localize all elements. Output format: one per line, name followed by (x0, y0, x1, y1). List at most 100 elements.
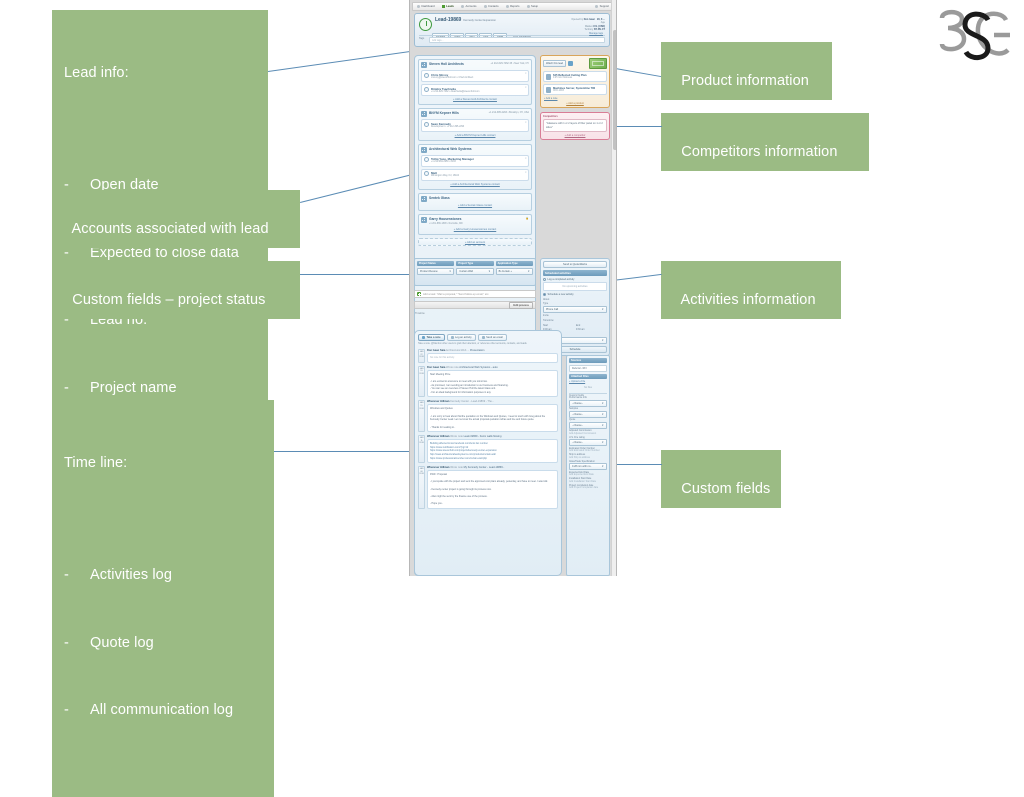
account-card[interactable]: 🔒 Garry Housenstones +1 201-886-1808 • R… (418, 214, 532, 236)
account-address: +1 212-395-2293 • Brooklyn, NY, USA (488, 111, 529, 115)
nav-item-reports[interactable]: Reports (505, 5, 520, 8)
lead-project-name: Kennedy Center Expansion (463, 19, 496, 22)
contact-row[interactable]: Tolliq Yuce, Marketing Manager +1 212-28… (421, 154, 529, 167)
custom-field-value: - choose - (572, 412, 584, 416)
timeline-date-stamp: JAN 08 2018 (418, 466, 425, 509)
tab-label: Take a note (426, 336, 441, 339)
vertical-scrollbar[interactable] (611, 0, 616, 576)
custom-field-select[interactable]: - choose - ▼ (569, 421, 607, 429)
custom-field-value[interactable]: Add Estimated Order Number (569, 450, 607, 452)
cart-icon[interactable] (568, 61, 573, 66)
sources-value[interactable]: Referral - RFI (569, 364, 607, 372)
competitors-header: Competitors (543, 114, 558, 118)
remove-contact-icon[interactable]: × (525, 171, 527, 174)
tab-send-an-email[interactable]: Send an email (477, 334, 507, 341)
upload-file-link[interactable]: + Upload a File (569, 380, 607, 383)
entry-sub: Wrote note (450, 466, 463, 470)
entry-body[interactable]: No note for this activity. (427, 353, 558, 363)
contact-row[interactable]: Dimitra Tsachrelia +1 212-629-7262 • dts… (421, 84, 529, 97)
product-competitor-column: Watch this lead 645 Reflected Ceiling Pl… (540, 55, 610, 140)
add-account-button[interactable]: + Add an account (418, 238, 532, 247)
document-icon (546, 73, 551, 80)
nav-label: Reports (510, 5, 520, 8)
entry-body[interactable]: FWD : Proposal - I just spoke with the p… (427, 470, 558, 509)
remove-contact-icon[interactable]: × (525, 121, 527, 124)
edit-process-button[interactable]: Edit process (509, 301, 533, 309)
callout-accounts-associated: Accounts associated with lead (52, 190, 300, 248)
callout-timeline-item-2: All communication log (90, 702, 234, 719)
product-item[interactable]: Machines Server, Systemline 780 CNC-1003 (543, 84, 607, 95)
custom-field-value: - choose - (572, 401, 584, 405)
add-competitor-link[interactable]: + Add a competitor (543, 132, 607, 137)
remove-contact-icon[interactable]: × (525, 72, 527, 75)
contact-row[interactable]: Sean Kennedy Development • +1 212-395-22… (421, 119, 529, 132)
callout-competitors-information-label: Competitors information (681, 144, 838, 161)
top-navigation: Dashboard Leads Accounts Contacts Report… (412, 2, 614, 11)
project-type-select[interactable]: Curtain Wall ▼ (456, 268, 494, 275)
timeline-date-stamp: JAN 15 2018 (418, 400, 425, 433)
nav-item-accounts[interactable]: Accounts (460, 5, 477, 8)
add-contact-link[interactable]: + Add a Architectural Web Systems contac… (421, 181, 529, 187)
option-label: Log a completed activity (547, 277, 575, 281)
remove-contact-icon[interactable]: × (525, 86, 527, 89)
tab-take-a-note[interactable]: Take a note (418, 334, 445, 341)
entry-body[interactable]: Start Meeting Price - I am excited to an… (427, 369, 558, 398)
custom-field-row: Adjusted Commission Add Adjusted Commissi… (569, 430, 607, 435)
help-icon (595, 5, 599, 8)
entry-body[interactable]: Windows and Quotes - I am sorry to hear … (427, 404, 558, 433)
about-label: About (543, 297, 550, 301)
custom-field-select[interactable]: 0.28 mm with no.. ▼ (569, 463, 607, 470)
send-to-quotewerks-button[interactable]: Send to QuoteWerks (543, 261, 607, 269)
application-type-select[interactable]: Bi-Curtain + ▼ (495, 268, 533, 275)
chevron-down-icon: ▼ (601, 441, 604, 444)
account-card[interactable]: Sentek Glass + Add a Sentek Glass contac… (418, 193, 532, 212)
manage-tags-link[interactable]: Manage tags (589, 32, 603, 35)
watch-lead-button[interactable]: Watch this lead (543, 60, 566, 67)
nav-item-setup[interactable]: Setup (526, 5, 539, 8)
add-product-link[interactable]: + Add a product (543, 100, 607, 105)
account-card[interactable]: BNYM Kepner Hills +1 212-395-2293 • Broo… (418, 108, 532, 141)
leader-line-lead-info (268, 49, 422, 72)
lock-icon: 🔒 (525, 217, 529, 221)
competitor-entry[interactable]: "Glassene with 1 or 2 layers of fiber pa… (543, 119, 607, 133)
stamp-year: 2018 (419, 407, 424, 410)
nav-item-contacts[interactable]: Contacts (483, 5, 499, 8)
add-task-input[interactable]: Add a task: "Mail a proposal," "Send fol… (414, 290, 536, 298)
nav-item-dashboard[interactable]: Dashboard (417, 5, 435, 8)
add-contact-link[interactable]: + Add a Sentek Glass contact (421, 202, 529, 208)
add-contact-link[interactable]: + Add a Steven Holl Architects contact (421, 96, 529, 102)
person-icon (424, 157, 429, 163)
custom-field-select[interactable]: - choose - ▼ (569, 399, 607, 407)
nav-item-support[interactable]: Support (595, 5, 609, 8)
product-note-item[interactable]: 645 Reflected Ceiling Plan 0.25 mm thick… (543, 71, 607, 82)
add-note-link[interactable]: + Add a note (544, 97, 558, 100)
tags-input[interactable]: Add tags... (429, 37, 605, 43)
custom-field-value[interactable]: Add Expected End Date (569, 474, 607, 476)
custom-field-value[interactable]: Add Ship to address (569, 457, 607, 459)
remove-contact-icon[interactable]: × (525, 157, 527, 160)
custom-field-select[interactable]: - choose - ▼ (569, 439, 607, 446)
nav-item-leads[interactable]: Leads (441, 5, 454, 8)
activity-type-select[interactable]: Phone Call ▼ (543, 305, 607, 313)
custom-field-value[interactable]: Add Adjusted Commission (569, 433, 607, 435)
contact-row[interactable]: Matt Wilmington Way, NJ, 18104 × (421, 168, 529, 182)
chevron-down-icon: ▼ (488, 270, 491, 273)
contact-row[interactable]: Chris Mcvoy cmcvoy@stevenholl.com • Chie… (421, 70, 529, 83)
add-contact-link[interactable]: + Add a BNYM Kepner Hills contact (421, 132, 529, 138)
add-contact-link[interactable]: + Add a Garry Housenstones contact (421, 226, 529, 232)
log-completed-activity-option[interactable]: Log a completed activity (543, 277, 607, 281)
project-status-select[interactable]: Product Review ▼ (417, 268, 455, 275)
account-card[interactable]: Steven Holl Architects +1 212-629-7262 4… (418, 59, 532, 106)
entry-body[interactable]: Building affected know facebook.com/feni… (427, 439, 558, 464)
leader-line-custom-fields-status (300, 274, 415, 275)
tab-log-an-activity[interactable]: Log an activity (446, 334, 476, 341)
custom-field-value[interactable]: Add Installation Start Date (569, 481, 607, 483)
account-card[interactable]: Architectural Web Systems Tolliq Yuce, M… (418, 143, 532, 191)
schedule-new-activity-option[interactable]: Schedule a new activity (543, 293, 607, 297)
building-icon (460, 5, 464, 8)
nav-label: Setup (531, 5, 539, 8)
scrollbar-thumb[interactable] (612, 30, 616, 150)
custom-field-value[interactable]: Add Project completion date (569, 487, 607, 489)
timeline-date-stamp: JAN 19 2018 (418, 365, 425, 398)
custom-field-select[interactable]: - choose - ▼ (569, 410, 607, 418)
